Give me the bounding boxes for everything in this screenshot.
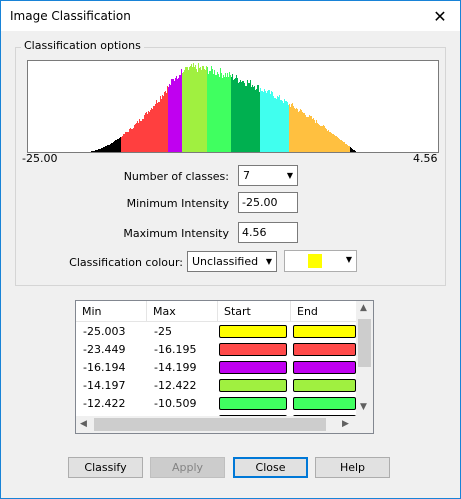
end-colour-chip[interactable] <box>293 360 356 374</box>
group-label: Classification options <box>21 39 144 52</box>
classification-colour-value: Unclassified <box>192 255 259 268</box>
histogram-min-label: -25.00 <box>22 152 58 165</box>
scroll-corner <box>356 416 373 433</box>
scroll-right-icon[interactable]: ▶ <box>342 419 349 429</box>
cell-min: -14.197 <box>83 378 126 392</box>
start-colour-chip[interactable] <box>219 360 287 374</box>
cell-start <box>218 342 291 356</box>
cell-start <box>218 396 291 410</box>
table-row[interactable]: -12.422 -10.509 <box>76 394 356 412</box>
cell-end <box>291 324 356 338</box>
start-colour-chip[interactable] <box>219 324 287 338</box>
start-colour-chip[interactable] <box>219 396 287 410</box>
scroll-down-icon[interactable]: ▼ <box>360 402 367 412</box>
cell-end <box>291 342 356 356</box>
column-header-max[interactable]: Max <box>147 301 218 321</box>
classification-colour-label: Classification colour: <box>69 256 183 269</box>
column-header-start[interactable]: Start <box>218 301 291 321</box>
classify-button[interactable]: Classify <box>68 457 143 478</box>
colour-swatch <box>308 254 322 268</box>
cell-min: -12.422 <box>83 396 126 410</box>
cell-max: -14.199 <box>154 360 197 374</box>
cell-start <box>218 324 291 338</box>
start-colour-chip[interactable] <box>219 342 287 356</box>
caret-down-icon: ▼ <box>345 255 352 264</box>
histogram-plot <box>91 63 356 152</box>
table-row[interactable]: -16.194 -14.199 <box>76 358 356 376</box>
table-row[interactable]: -14.197 -12.422 <box>76 376 356 394</box>
cell-max: -10.509 <box>154 396 197 410</box>
cell-max: -16.195 <box>154 342 197 356</box>
table-header: Min Max Start End <box>76 301 356 322</box>
window-title: Image Classification <box>10 9 131 23</box>
cell-min: -16.194 <box>83 360 126 374</box>
table-row[interactable]: -25.003 -25 <box>76 322 356 340</box>
column-header-min[interactable]: Min <box>76 301 147 321</box>
scroll-left-icon[interactable]: ◀ <box>80 419 87 429</box>
column-header-end[interactable]: End <box>291 301 356 321</box>
horizontal-scroll-thumb[interactable] <box>94 418 326 431</box>
scroll-up-icon[interactable]: ▲ <box>360 303 367 313</box>
max-intensity-input[interactable]: 4.56 <box>238 222 298 243</box>
cell-max: -25 <box>154 324 172 338</box>
vertical-scrollbar[interactable]: ▲ ▼ <box>356 301 373 416</box>
cell-max: -12.422 <box>154 378 197 392</box>
cell-end <box>291 360 356 374</box>
cell-start <box>218 378 291 392</box>
apply-button[interactable]: Apply <box>150 457 225 478</box>
max-intensity-label: Maximum Intensity <box>123 227 229 240</box>
vertical-scroll-thumb[interactable] <box>358 319 371 367</box>
close-icon[interactable]: ✕ <box>420 1 460 31</box>
num-classes-select[interactable]: 7 ▼ <box>238 165 298 186</box>
num-classes-label: Number of classes: <box>123 170 229 183</box>
cell-end <box>291 396 356 410</box>
end-colour-chip[interactable] <box>293 342 356 356</box>
table-row[interactable]: -23.449 -16.195 <box>76 340 356 358</box>
cell-start <box>218 360 291 374</box>
class-table: Min Max Start End -25.003 -25 -23.449 -16.1… <box>75 300 374 434</box>
num-classes-value: 7 <box>243 169 250 182</box>
end-colour-chip[interactable] <box>293 324 356 338</box>
histogram-max-label: 4.56 <box>413 152 438 165</box>
classification-colour-select[interactable]: Unclassified ▼ <box>187 251 277 272</box>
min-intensity-input[interactable]: -25.00 <box>238 192 298 213</box>
close-button[interactable]: Close <box>233 457 308 478</box>
cell-min: -23.449 <box>83 342 126 356</box>
cell-min: -25.003 <box>83 324 126 338</box>
histogram <box>27 60 439 153</box>
title-bar: Image Classification ✕ <box>1 1 460 31</box>
end-colour-chip[interactable] <box>293 378 356 392</box>
chevron-down-icon: ▼ <box>265 257 273 266</box>
min-intensity-label: Minimum Intensity <box>126 197 229 210</box>
cell-end <box>291 378 356 392</box>
help-button[interactable]: Help <box>315 457 390 478</box>
start-colour-chip[interactable] <box>219 378 287 392</box>
horizontal-scrollbar[interactable]: ◀ ▶ <box>76 416 356 433</box>
end-colour-chip[interactable] <box>293 396 356 410</box>
colour-picker-button[interactable]: ▼ <box>284 250 357 272</box>
chevron-down-icon: ▼ <box>286 171 294 180</box>
